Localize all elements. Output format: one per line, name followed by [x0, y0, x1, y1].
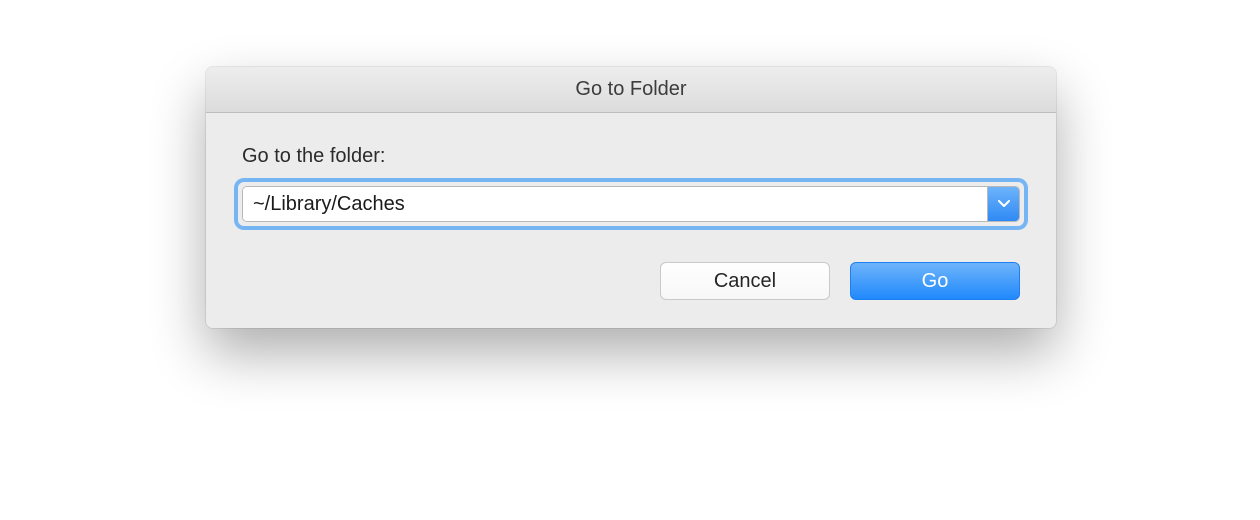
folder-path-input[interactable] — [243, 187, 987, 221]
cancel-button[interactable]: Cancel — [660, 262, 830, 300]
dialog-body: Go to the folder: Cancel Go — [206, 113, 1056, 328]
dialog-button-row: Cancel Go — [242, 262, 1020, 300]
dropdown-arrow-button[interactable] — [987, 187, 1019, 221]
folder-path-row — [242, 186, 1020, 222]
chevron-down-icon — [998, 195, 1010, 213]
folder-path-label: Go to the folder: — [242, 145, 1020, 168]
dialog-titlebar: Go to Folder — [206, 67, 1056, 113]
go-to-folder-dialog: Go to Folder Go to the folder: Cancel Go — [206, 67, 1056, 328]
folder-path-combo — [242, 186, 1020, 222]
dialog-title: Go to Folder — [575, 78, 686, 101]
go-button[interactable]: Go — [850, 262, 1020, 300]
